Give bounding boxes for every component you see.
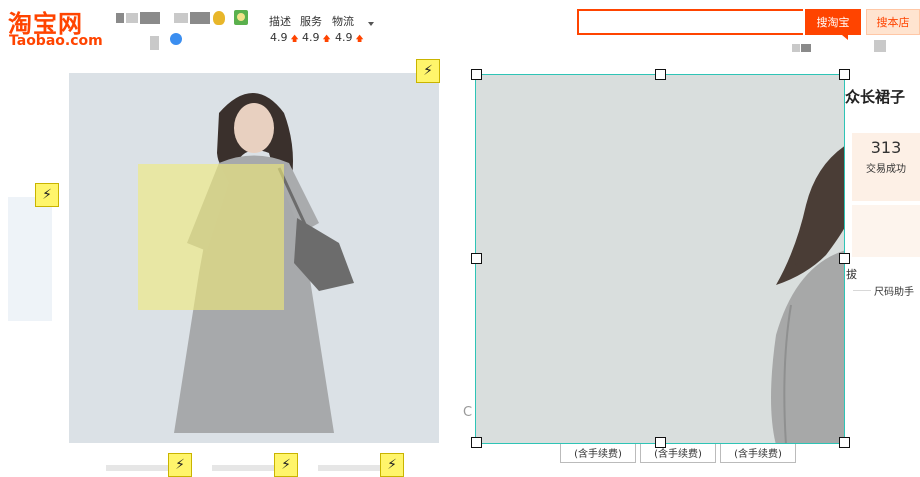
blurred-shop-name <box>116 13 124 23</box>
rating-value: 4.9 <box>302 31 320 44</box>
verified-badge-icon <box>170 33 182 45</box>
search-taobao-button[interactable]: 搜淘宝 <box>805 9 861 35</box>
search-input[interactable] <box>577 9 803 35</box>
rating-label-service: 服务 <box>300 15 322 28</box>
resize-handle-bottom-right[interactable] <box>839 437 850 448</box>
zoomed-image-illustration <box>476 75 844 443</box>
resize-handle-right[interactable] <box>839 253 850 264</box>
resize-handle-bottom-left[interactable] <box>471 437 482 448</box>
zoom-preview[interactable] <box>475 74 845 444</box>
bolt-glyph: ⚡ <box>423 63 433 79</box>
resize-handle-left[interactable] <box>471 253 482 264</box>
product-title: 众长裙子 <box>845 88 906 106</box>
thumbnail-1[interactable] <box>106 465 172 471</box>
bolt-glyph: ⚡ <box>281 457 291 473</box>
lightning-icon[interactable]: ⚡ <box>35 183 59 207</box>
transactions-label: 交易成功 <box>866 164 906 175</box>
divider <box>853 290 871 291</box>
magnifier-lens[interactable] <box>138 164 284 310</box>
bolt-glyph: ⚡ <box>42 187 52 203</box>
rating-label-logistics: 物流 <box>332 15 354 28</box>
blurred-shop-name <box>140 12 160 24</box>
rating-value: 4.9 <box>335 31 353 44</box>
thumbnail-3[interactable] <box>318 465 384 471</box>
bolt-glyph: ⚡ <box>387 457 397 473</box>
blurred-shop-name <box>190 12 210 24</box>
rating-value: 4.9 <box>270 31 288 44</box>
medal-icon <box>213 11 225 25</box>
resize-handle-top[interactable] <box>655 69 666 80</box>
blurred-link <box>874 40 886 52</box>
search-store-button[interactable]: 搜本店 <box>866 9 920 35</box>
blurred-link <box>792 44 800 52</box>
rating-label-description: 描述 <box>269 15 291 28</box>
text-fragment: C <box>463 405 473 420</box>
resize-handle-top-left[interactable] <box>471 69 482 80</box>
thumbnail-2[interactable] <box>212 465 278 471</box>
resize-handle-top-right[interactable] <box>839 69 850 80</box>
transactions-count: 313 <box>870 138 902 157</box>
arrow-up-icon: 🡅 <box>355 34 364 43</box>
lightning-icon[interactable]: ⚡ <box>168 453 192 477</box>
rating-value-service: 4.9 🡅 <box>302 31 331 47</box>
arrow-up-icon: 🡅 <box>290 34 299 43</box>
arrow-up-icon: 🡅 <box>322 34 331 43</box>
rating-value-logistics: 4.9 🡅 <box>335 31 364 47</box>
fee-option-button[interactable]: (含手续费) <box>720 442 796 463</box>
blurred-link <box>801 44 811 52</box>
option-label-fragment: 拔 <box>846 268 857 281</box>
blurred-shop-info <box>150 36 159 50</box>
search-button-tail <box>842 35 848 40</box>
size-helper-link[interactable]: 尺码助手 <box>874 283 914 298</box>
resize-handle-bottom[interactable] <box>655 437 666 448</box>
lightning-icon[interactable]: ⚡ <box>416 59 440 83</box>
promo-box <box>852 205 920 257</box>
fee-option-button[interactable]: (含手续费) <box>640 442 716 463</box>
taobao-logo-text[interactable]: Taobao.com <box>9 33 103 49</box>
bolt-glyph: ⚡ <box>175 457 185 473</box>
fee-option-button[interactable]: (含手续费) <box>560 442 636 463</box>
chevron-down-icon[interactable] <box>368 22 374 26</box>
shop-bag-icon <box>234 10 248 25</box>
lightning-icon[interactable]: ⚡ <box>380 453 404 477</box>
lightning-icon[interactable]: ⚡ <box>274 453 298 477</box>
blurred-shop-name <box>126 13 138 23</box>
side-panel <box>8 197 52 321</box>
blurred-shop-name <box>174 13 188 23</box>
rating-value-description: 4.9 🡅 <box>270 31 299 47</box>
